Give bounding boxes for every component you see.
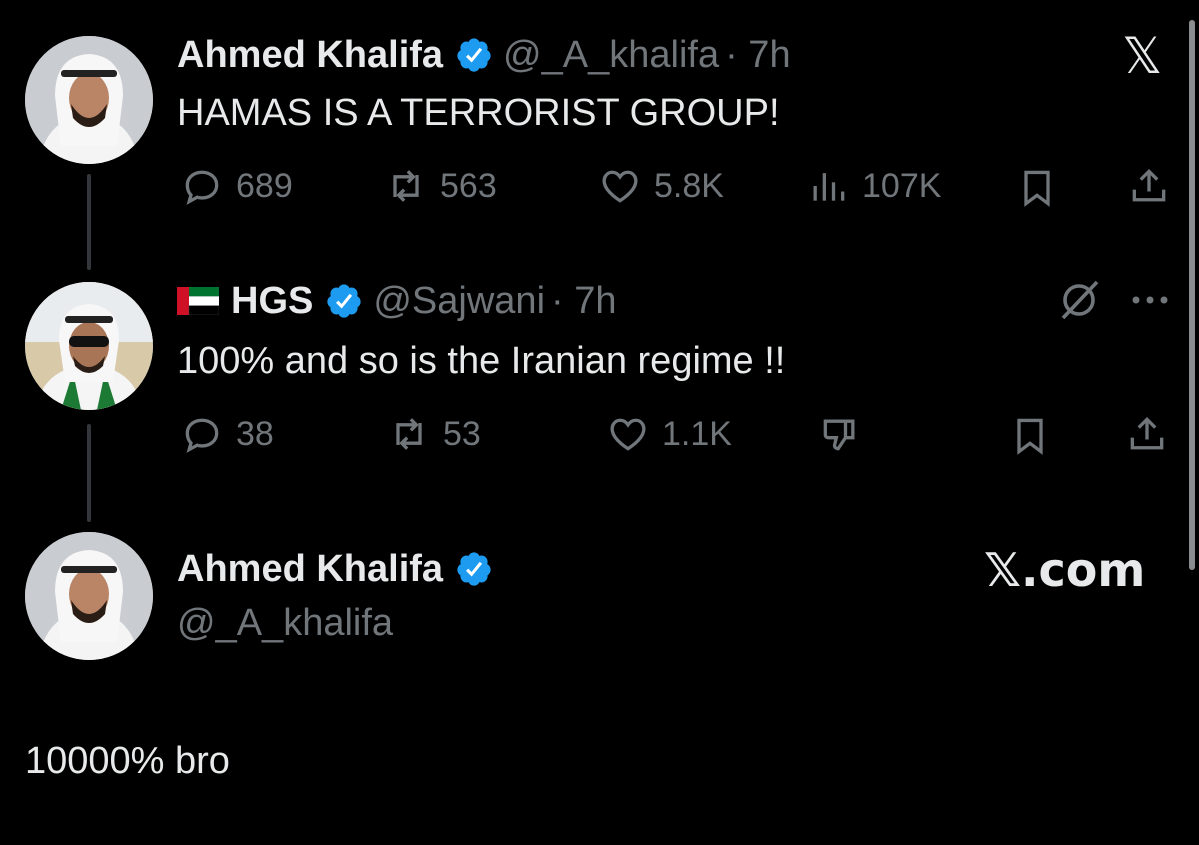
- share-icon: [1132, 168, 1166, 202]
- reply-button[interactable]: 689: [180, 164, 293, 208]
- repost-count: 563: [440, 166, 497, 205]
- like-button[interactable]: 1.1K: [606, 412, 732, 456]
- tweet1-text: HAMAS IS A TERRORIST GROUP!: [177, 92, 780, 134]
- views-button[interactable]: 107K: [806, 164, 941, 208]
- tweet1-handle[interactable]: @_A_khalifa: [503, 34, 719, 77]
- tweet1-header: Ahmed Khalifa @_A_khalifa · 7h: [177, 30, 791, 80]
- share-button[interactable]: [1125, 412, 1169, 456]
- repost-icon: [393, 170, 419, 202]
- verified-badge-icon: [457, 38, 491, 72]
- repost-button[interactable]: 563: [384, 164, 497, 208]
- reply-button[interactable]: 38: [180, 412, 274, 456]
- more-icon: [1132, 296, 1168, 304]
- like-count: 5.8K: [654, 166, 724, 205]
- scrollbar[interactable]: [1189, 20, 1195, 570]
- grok-icon: [1061, 280, 1099, 320]
- tweet2-text: 100% and so is the Iranian regime !!: [177, 340, 786, 382]
- x-logo-icon[interactable]: 𝕏: [1122, 31, 1162, 81]
- avatar-hgs[interactable]: [25, 282, 153, 410]
- tweet3-text: 10000% bro: [25, 740, 230, 782]
- reply-count: 689: [236, 166, 293, 205]
- repost-icon: [396, 418, 422, 450]
- share-icon: [1130, 416, 1164, 450]
- tweet2-handle[interactable]: @Sajwani: [373, 280, 545, 323]
- avatar-ahmed-khalifa[interactable]: [25, 36, 153, 164]
- tweet3-author-name[interactable]: Ahmed Khalifa: [177, 548, 443, 591]
- tweet3-header: Ahmed Khalifa: [177, 544, 503, 594]
- tweet2-time[interactable]: · 7h: [551, 280, 616, 323]
- x-com-logo[interactable]: 𝕏.com: [984, 543, 1145, 597]
- tweet2-header: HGS @Sajwani · 7h: [177, 276, 617, 326]
- like-button[interactable]: 5.8K: [598, 164, 724, 208]
- views-icon: [813, 173, 845, 201]
- thread-line-1: [87, 174, 91, 270]
- tweet3-handle[interactable]: @_A_khalifa: [177, 602, 393, 645]
- bookmark-icon: [1017, 418, 1043, 455]
- tweet2-author-name[interactable]: HGS: [231, 280, 313, 323]
- dislike-button[interactable]: [818, 412, 862, 456]
- tweet1-time[interactable]: · 7h: [725, 34, 790, 77]
- more-button[interactable]: [1128, 286, 1172, 314]
- bookmark-icon: [1024, 170, 1050, 207]
- tweet3-handle-row: @_A_khalifa: [177, 600, 393, 646]
- dislike-icon: [823, 419, 855, 451]
- reply-count: 38: [236, 414, 274, 453]
- avatar-ahmed-khalifa[interactable]: [25, 532, 153, 660]
- verified-badge-icon: [457, 552, 491, 586]
- reply-icon: [185, 418, 219, 453]
- repost-count: 53: [443, 414, 481, 453]
- tweet1-author-name[interactable]: Ahmed Khalifa: [177, 34, 443, 77]
- thread-line-2: [87, 424, 91, 522]
- bookmark-button[interactable]: [1015, 166, 1059, 210]
- like-icon: [610, 418, 646, 451]
- like-icon: [602, 170, 638, 203]
- reply-icon: [185, 170, 219, 205]
- uae-flag-icon: [177, 287, 220, 316]
- share-button[interactable]: [1127, 164, 1171, 208]
- bookmark-button[interactable]: [1008, 414, 1052, 458]
- views-count: 107K: [862, 166, 942, 205]
- repost-button[interactable]: 53: [387, 412, 481, 456]
- grok-button[interactable]: [1055, 276, 1103, 324]
- verified-badge-icon: [327, 284, 361, 318]
- like-count: 1.1K: [662, 414, 732, 453]
